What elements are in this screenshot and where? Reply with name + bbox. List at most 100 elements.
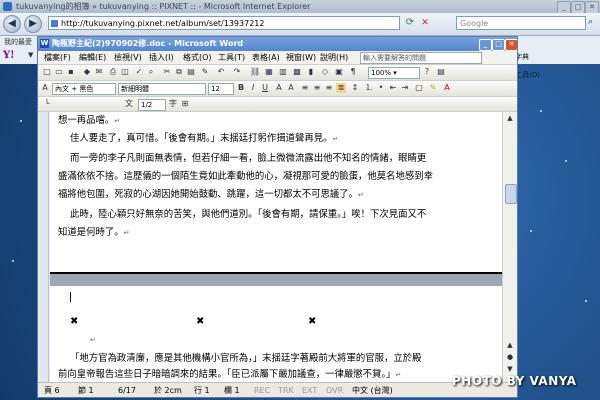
cut-icon[interactable]: ✂ — [162, 67, 172, 77]
increase-indent-icon[interactable]: ⇥ — [400, 83, 410, 93]
select-browse-icon[interactable]: ● — [505, 352, 515, 362]
menu-edit[interactable]: 編輯(E) — [79, 51, 106, 64]
star-decoration — [565, 160, 567, 162]
ie-app-icon — [3, 2, 12, 11]
ie-close-icon[interactable]: ✕ — [585, 1, 599, 13]
ie-maximize-icon[interactable]: □ — [571, 1, 585, 13]
insert-table-icon[interactable]: ▥ — [278, 67, 288, 77]
yahoo-logo[interactable]: Y! — [3, 50, 15, 61]
status-trk[interactable]: TRK — [278, 383, 294, 397]
tables-borders-icon[interactable]: ▦ — [264, 67, 274, 77]
redo-icon[interactable]: ↷ — [232, 67, 242, 77]
menu-help[interactable]: 說明(H) — [320, 51, 348, 64]
menu-insert[interactable]: 插入(I) — [149, 51, 174, 64]
status-ext[interactable]: EXT — [302, 383, 317, 397]
vertical-scrollbar[interactable]: ▲ ▲ ● ▼ — [502, 112, 517, 382]
chevron-down-icon[interactable]: ▼ — [28, 51, 33, 59]
back-button[interactable]: ◀ — [3, 15, 21, 33]
status-line: 行 1 — [194, 386, 210, 395]
outside-border-icon[interactable]: ▢ — [414, 83, 424, 93]
menu-file[interactable]: 檔案(F) — [44, 51, 71, 64]
help-question-input[interactable]: 輸入需要解答的問題 — [360, 52, 482, 64]
numbering-icon[interactable]: ⒈ — [364, 83, 374, 93]
align-right-icon[interactable]: ≡ — [324, 83, 334, 93]
photo-credit-watermark: PHOTO BY VANYA — [452, 374, 577, 388]
menu-window[interactable]: 視窗(W) — [286, 51, 316, 64]
tab-selector-icon[interactable]: └ — [42, 99, 52, 109]
show-hide-icon[interactable]: ¶ — [348, 67, 358, 77]
drawing-icon[interactable]: ◇ — [320, 67, 330, 77]
scroll-down-icon[interactable]: ▼ — [505, 364, 515, 374]
styles-formatting-icon[interactable]: A — [40, 83, 50, 93]
menu-table[interactable]: 表格(A) — [252, 51, 280, 64]
forward-button[interactable]: ▶ — [24, 15, 42, 33]
enclose-char-icon[interactable]: 字 — [168, 99, 178, 109]
phonetic-icon[interactable]: 文 — [124, 99, 134, 109]
favorites-label[interactable]: 我的最愛 — [4, 36, 32, 48]
ie-minimize-icon[interactable]: _ — [557, 1, 571, 13]
print-preview-icon[interactable]: ◫ — [120, 67, 130, 77]
stop-icon[interactable]: ✕ — [419, 17, 431, 29]
help-icon[interactable]: ? — [422, 67, 432, 77]
search-input[interactable]: Google — [456, 16, 586, 30]
scroll-up-icon[interactable]: ▲ — [505, 113, 515, 123]
document-map-icon[interactable]: ▣ — [334, 67, 344, 77]
print-icon[interactable]: ⎙ — [108, 67, 118, 77]
menu-view[interactable]: 檢視(V) — [114, 51, 142, 64]
undo-icon[interactable]: ↶ — [216, 67, 226, 77]
word-close-icon[interactable]: ✕ — [505, 39, 517, 51]
spelling-icon[interactable]: ✓ — [134, 67, 144, 77]
menu-tools[interactable]: 工具(T) — [218, 51, 245, 64]
font-select[interactable]: 新細明體 — [118, 83, 206, 95]
decrease-indent-icon[interactable]: ⇤ — [388, 83, 398, 93]
word-minimize-icon[interactable]: _ — [479, 39, 492, 51]
open-folder-icon[interactable]: ▭ — [54, 67, 64, 77]
line-spacing-icon[interactable]: ↕ — [350, 83, 360, 93]
spacing-select[interactable]: 1/2 — [138, 99, 166, 111]
insert-excel-icon[interactable]: ▩ — [292, 67, 302, 77]
ie-dictionary-button[interactable]: 字典 — [515, 50, 600, 64]
status-ovr[interactable]: OVR — [326, 383, 343, 397]
bold-icon[interactable]: B — [236, 83, 246, 93]
highlight-icon[interactable]: ✎ — [428, 83, 438, 93]
research-icon[interactable]: ⌕ — [146, 67, 156, 77]
address-bar[interactable]: http://tukuvanying.pixnet.net/album/set/… — [48, 16, 400, 30]
read-icon[interactable]: ▤ — [436, 67, 446, 77]
paste-icon[interactable]: ▤ — [186, 67, 196, 77]
scrollbar-thumb[interactable] — [505, 184, 517, 204]
save-icon[interactable]: ▪ — [66, 67, 76, 77]
word-app-icon: W — [40, 39, 49, 48]
font-size-select[interactable]: 12 — [208, 83, 234, 95]
new-document-icon[interactable]: □ — [42, 67, 52, 77]
combine-char-icon[interactable]: ⊞ — [180, 99, 190, 109]
zoom-select[interactable]: 100% ▾ — [368, 67, 420, 79]
ie-tools-button[interactable]: 工具(O) — [515, 68, 600, 82]
hyperlink-icon[interactable]: ⛓ — [250, 67, 260, 77]
word-maximize-icon[interactable]: □ — [492, 39, 505, 51]
align-distributed-icon[interactable]: ≣ — [336, 83, 346, 93]
document-page[interactable]: 想一再品嚐。↵ 佳人要走了，真可惜。「後會有期。」末揺廷打躬作揖道聲再見。↵ 而… — [50, 112, 502, 382]
font-color-icon[interactable]: A — [442, 83, 452, 93]
refresh-icon[interactable]: ⟳ — [404, 17, 416, 29]
style-select[interactable]: 內文 + 黑色 — [52, 83, 116, 95]
char-shading-icon[interactable]: A — [286, 83, 296, 93]
menu-format[interactable]: 格式(O) — [183, 51, 212, 64]
status-rec[interactable]: REC — [254, 383, 270, 397]
star-decoration — [20, 120, 22, 122]
align-justify-icon[interactable]: ≡ — [300, 83, 310, 93]
align-center-icon[interactable]: ≡ — [312, 83, 322, 93]
doc-line: 知道是何時了。↵ — [58, 227, 130, 238]
format-painter-icon[interactable]: ✎ — [200, 67, 210, 77]
char-border-icon[interactable]: A — [274, 83, 284, 93]
spacing-value: 1/2 — [141, 101, 153, 109]
columns-icon[interactable]: ▮ — [306, 67, 316, 77]
italic-icon[interactable]: I — [248, 83, 258, 93]
permission-icon[interactable]: ◆ — [82, 67, 92, 77]
underline-icon[interactable]: U — [260, 83, 270, 93]
doc-line: 此時，陸心穎只好無奈的苦笑，與他們道別。「後會有期，請保重。」唉！下次見面又不 — [70, 209, 427, 220]
bullets-icon[interactable]: • — [376, 83, 386, 93]
email-icon[interactable]: ✉ — [94, 67, 104, 77]
search-icon[interactable]: ⌕ — [588, 17, 593, 27]
copy-icon[interactable]: ⧉ — [174, 67, 184, 77]
scroll-up-icon[interactable]: ▲ — [505, 340, 515, 350]
